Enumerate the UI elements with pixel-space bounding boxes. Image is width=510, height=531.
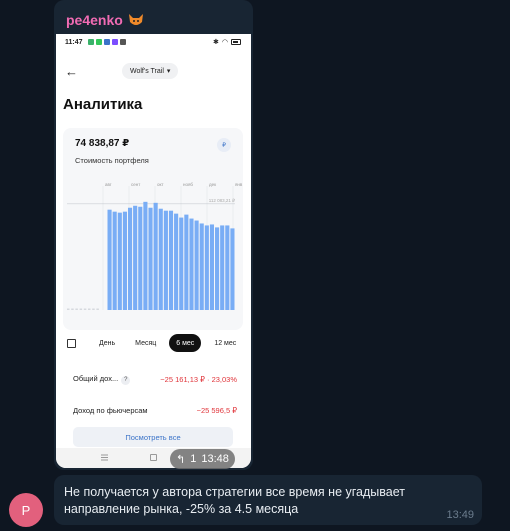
chart-bar[interactable] bbox=[143, 201, 148, 310]
reference-label: 112 083,21 ₽ bbox=[209, 198, 236, 203]
total-income-label: Общий дох... bbox=[73, 374, 119, 383]
chart-bar[interactable] bbox=[153, 202, 158, 310]
phone-screenshot[interactable]: 11:47 ✱ ◠ ← Wolf's Trail ▾ Аналитика 74 … bbox=[56, 34, 251, 468]
empty-marker bbox=[75, 308, 78, 310]
reply-icon: ↰ bbox=[176, 453, 186, 466]
message-time: 13:49 bbox=[446, 509, 474, 521]
chart-bar[interactable] bbox=[184, 214, 189, 310]
chart-bar[interactable] bbox=[107, 209, 112, 310]
month-label: авг bbox=[105, 182, 112, 187]
month-label: сент bbox=[131, 182, 140, 187]
chart-bar[interactable] bbox=[174, 213, 179, 310]
system-status-icons: ✱ ◠ bbox=[213, 38, 241, 46]
message-text: Не получается у автора стратегии все вре… bbox=[64, 485, 405, 516]
empty-marker bbox=[71, 308, 74, 310]
chart-bar[interactable] bbox=[168, 210, 174, 310]
period-12-months[interactable]: 12 мес bbox=[207, 334, 243, 352]
period-6-months[interactable]: 6 мес bbox=[169, 334, 202, 352]
status-time: 11:47 bbox=[65, 39, 83, 46]
chart-bar[interactable] bbox=[117, 212, 122, 310]
chart-bar[interactable] bbox=[225, 225, 230, 310]
month-label: нояб bbox=[183, 182, 193, 187]
message-meta[interactable]: ↰ 1 13:48 bbox=[170, 449, 235, 469]
futures-income-row: Доход по фьючерсам −25 596,5 ₽ bbox=[73, 406, 237, 415]
back-arrow-icon[interactable]: ← bbox=[65, 64, 78, 79]
text-message[interactable]: Не получается у автора стратегии все вре… bbox=[54, 475, 482, 525]
chart-bar[interactable] bbox=[122, 211, 127, 310]
futures-value: −25 596,5 ₽ bbox=[196, 406, 237, 415]
portfolio-value: 74 838,87 ₽ bbox=[75, 138, 130, 149]
chart-bar[interactable] bbox=[127, 207, 133, 310]
chart-bar[interactable] bbox=[138, 206, 143, 310]
chart-bar[interactable] bbox=[158, 208, 163, 310]
home-icon[interactable] bbox=[150, 454, 157, 461]
chart-bar[interactable] bbox=[230, 228, 235, 310]
chart-bar[interactable] bbox=[189, 218, 194, 310]
empty-marker bbox=[67, 308, 70, 310]
total-income-row: Общий дох...? −25 161,13 ₽ · 23,03% bbox=[73, 374, 237, 385]
empty-marker bbox=[92, 308, 95, 310]
chart-bar[interactable] bbox=[220, 225, 225, 310]
sender-label[interactable]: pe4enko bbox=[66, 12, 123, 28]
chart-bar[interactable] bbox=[179, 217, 184, 310]
month-label: янв bbox=[235, 182, 243, 187]
currency-badge[interactable]: ₽ bbox=[217, 138, 231, 152]
message-time: 13:48 bbox=[201, 453, 229, 465]
futures-label: Доход по фьючерсам bbox=[73, 406, 148, 415]
portfolio-card: 74 838,87 ₽ Стоимость портфеля ₽ авг сент… bbox=[63, 128, 243, 330]
chart-bar[interactable] bbox=[215, 227, 220, 310]
page-title: Аналитика bbox=[63, 96, 143, 113]
menu-icon[interactable] bbox=[101, 454, 108, 461]
calendar-icon bbox=[67, 338, 76, 348]
empty-marker bbox=[79, 308, 83, 310]
empty-marker bbox=[88, 308, 91, 310]
chart-bar[interactable] bbox=[148, 207, 153, 310]
chart-bar[interactable] bbox=[199, 223, 204, 310]
empty-marker bbox=[83, 308, 87, 310]
period-day[interactable]: День bbox=[92, 334, 122, 352]
period-month[interactable]: Месяц bbox=[128, 334, 163, 352]
fox-emoji-icon bbox=[127, 11, 145, 29]
photo-message[interactable]: pe4enko 11:47 ✱ ◠ ← Wolf's Trail ▾ Анали… bbox=[54, 0, 253, 470]
chart-bar[interactable] bbox=[204, 225, 209, 310]
empty-marker bbox=[96, 308, 99, 310]
chart-bar[interactable] bbox=[133, 205, 138, 310]
month-label: окт bbox=[157, 182, 164, 187]
chart-bar[interactable] bbox=[112, 211, 117, 310]
portfolio-chart[interactable]: авг сент окт нояб дек янв 112 083,21 ₽ bbox=[63, 180, 243, 320]
sender-name[interactable]: pe4enko bbox=[66, 11, 145, 29]
see-all-button[interactable]: Посмотреть все bbox=[73, 427, 233, 447]
battery-icon bbox=[231, 39, 241, 45]
reply-count: 1 bbox=[190, 453, 197, 465]
calendar-button[interactable] bbox=[60, 334, 86, 352]
avatar[interactable]: P bbox=[9, 493, 43, 527]
strategy-label: Wolf's Trail bbox=[130, 67, 164, 75]
period-selector: День Месяц 6 мес 12 мес bbox=[60, 334, 243, 352]
bluetooth-icon: ✱ bbox=[213, 39, 219, 46]
strategy-selector[interactable]: Wolf's Trail ▾ bbox=[122, 63, 179, 79]
total-income-value: −25 161,13 ₽ · 23,03% bbox=[160, 375, 237, 384]
portfolio-label: Стоимость портфеля bbox=[75, 156, 149, 165]
month-label: дек bbox=[209, 182, 216, 187]
chart-bar[interactable] bbox=[194, 220, 199, 310]
help-icon[interactable]: ? bbox=[121, 376, 131, 385]
chart-bar[interactable] bbox=[209, 224, 215, 310]
chevron-down-icon: ▾ bbox=[166, 68, 171, 75]
chart-bar[interactable] bbox=[163, 210, 168, 310]
wifi-icon: ◠ bbox=[221, 39, 228, 46]
notification-icons bbox=[88, 39, 126, 45]
